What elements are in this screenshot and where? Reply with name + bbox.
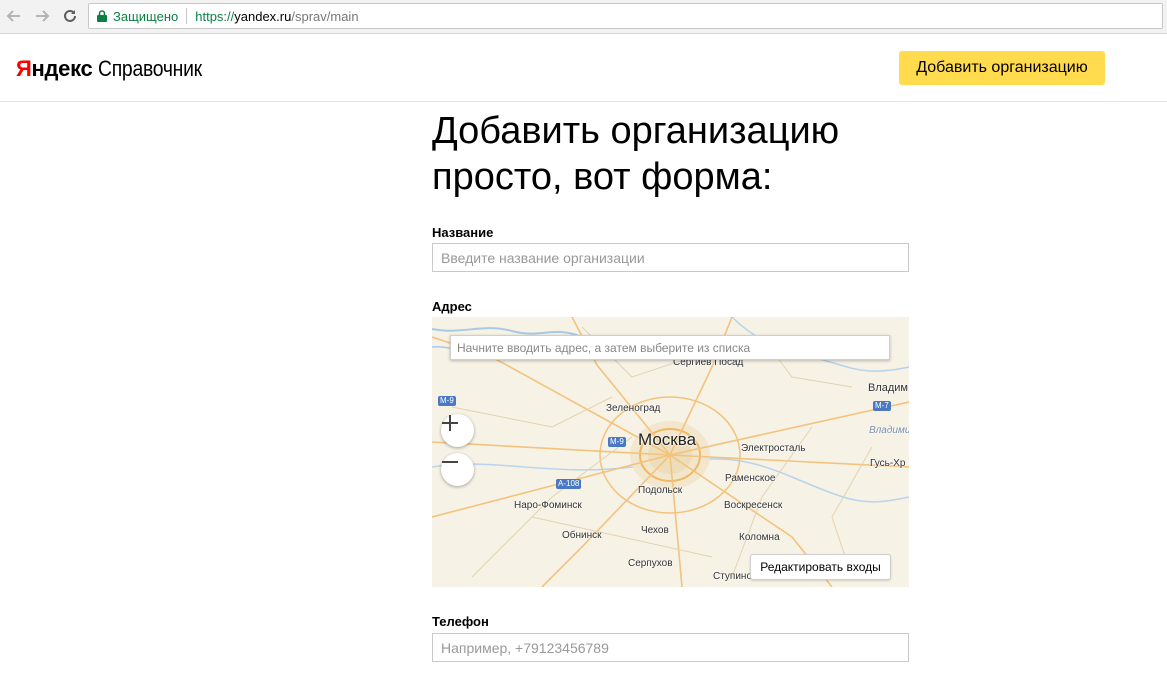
logo-ya: Я — [16, 56, 32, 81]
phone-input[interactable]: Например, +79123456789 — [432, 633, 909, 662]
reload-icon[interactable] — [60, 6, 80, 26]
map-city-naro-fominsk: Наро-Фоминск — [514, 500, 582, 511]
map-city-obninsk: Обнинск — [562, 530, 602, 541]
minus-icon — [442, 461, 458, 463]
map-road-m7: М-7 — [873, 401, 891, 411]
site-header: Яндекс Справочник Добавить организацию — [0, 35, 1167, 102]
address-map[interactable]: Клин Сергиев Посад Владим Владими Зелено… — [432, 317, 909, 587]
zoom-in-button[interactable] — [441, 414, 474, 447]
map-address-search-input[interactable]: Начните вводить адрес, а затем выберите … — [450, 335, 890, 360]
forward-arrow-icon[interactable] — [32, 6, 52, 26]
url-path: /sprav/main — [291, 8, 359, 24]
plus-icon — [442, 415, 458, 431]
map-city-ramenskoe: Раменское — [725, 473, 776, 484]
name-input[interactable]: Введите название организации — [432, 243, 909, 272]
map-city-moscow: Москва — [638, 430, 697, 449]
map-road-m9-center: М-9 — [608, 437, 626, 447]
add-organization-button[interactable]: Добавить организацию — [899, 51, 1105, 85]
map-city-podolsk: Подольск — [638, 485, 683, 496]
map-city-serpukhov: Серпухов — [628, 558, 673, 569]
zoom-out-button[interactable] — [441, 453, 474, 486]
map-city-gus: Гусь-Хр — [870, 458, 906, 469]
edit-entrances-button[interactable]: Редактировать входы — [750, 554, 891, 580]
map-city-stupino: Ступино — [713, 571, 752, 582]
logo-ndex: ндекс — [31, 56, 93, 81]
name-field-label: Название — [432, 225, 494, 240]
lock-icon — [97, 10, 107, 22]
page-title: Добавить организацию просто, вот форма: — [432, 110, 840, 198]
map-city-voskresensk: Воскресенск — [724, 500, 783, 511]
map-city-chekhov: Чехов — [641, 525, 669, 536]
omnibox-divider — [186, 8, 188, 24]
map-city-vladimir-italic: Владими — [869, 425, 909, 436]
map-city-elektrostal: Электросталь — [741, 443, 806, 454]
map-city-zelenograd: Зеленоград — [606, 403, 661, 414]
map-road-m9-west: М-9 — [438, 396, 456, 406]
address-bar[interactable]: Защищено https://yandex.ru/sprav/main — [88, 3, 1163, 29]
address-field-label: Адрес — [432, 299, 472, 314]
phone-field-label: Телефон — [432, 614, 489, 629]
map-city-kolomna: Коломна — [739, 532, 780, 543]
yandex-spravochnik-logo[interactable]: Яндекс Справочник — [16, 56, 216, 82]
map-city-vladimir: Владим — [868, 382, 908, 394]
logo-service-name: Справочник — [98, 56, 203, 81]
browser-toolbar: Защищено https://yandex.ru/sprav/main — [0, 0, 1167, 34]
back-arrow-icon[interactable] — [4, 6, 24, 26]
secure-label: Защищено — [113, 8, 179, 24]
map-road-a108: А-108 — [556, 479, 582, 489]
url-host: yandex.ru — [234, 8, 292, 24]
url-scheme: https:// — [195, 8, 235, 24]
